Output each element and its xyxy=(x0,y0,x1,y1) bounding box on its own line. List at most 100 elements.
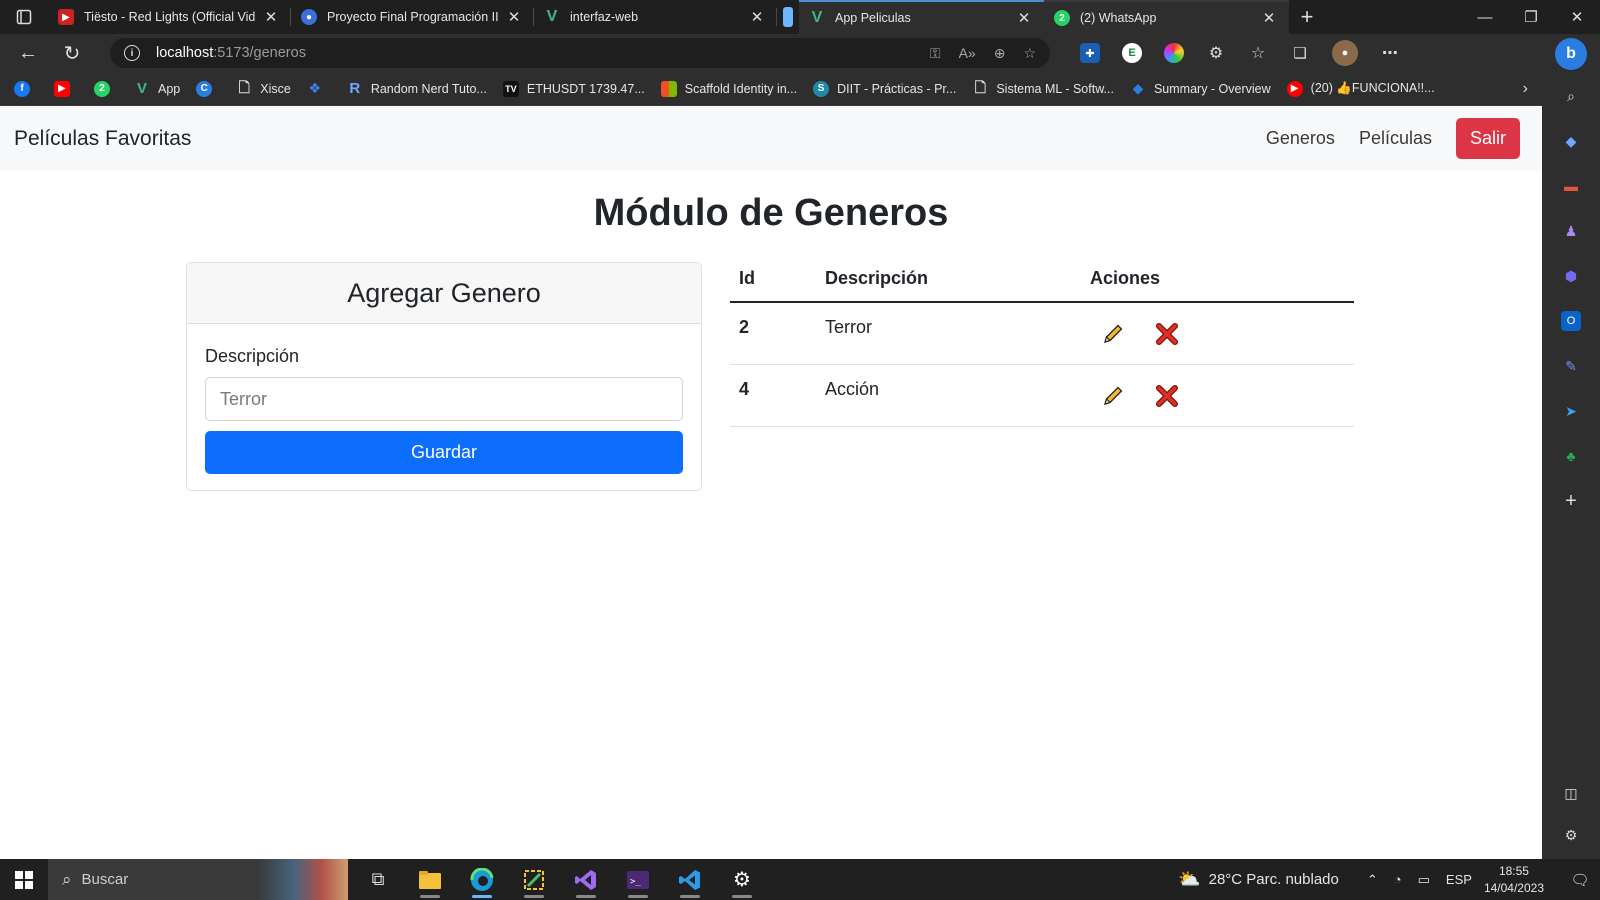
read-aloud-icon[interactable]: A» xyxy=(959,45,976,62)
taskbar-search[interactable]: ⌕ Buscar xyxy=(48,859,348,900)
bookmark-xisce[interactable]: 🗋 Xisce xyxy=(236,79,291,97)
hide-sidebar-icon[interactable]: ◫ xyxy=(1561,783,1581,803)
bookmark-app[interactable]: V App xyxy=(134,80,180,97)
bing-chat-icon[interactable]: b xyxy=(1555,38,1587,70)
tab-interfaz-web[interactable]: V interfaz-web ✕ xyxy=(534,0,777,34)
close-window-button[interactable]: ✕ xyxy=(1554,0,1600,34)
bookmark-random-nerd[interactable]: R Random Nerd Tuto... xyxy=(347,80,486,97)
bookmark-scaffold[interactable]: Scaffold Identity in... xyxy=(660,80,797,97)
add-favorite-icon[interactable]: ☆ xyxy=(1023,45,1036,62)
partly-cloudy-icon: ⛅ xyxy=(1178,869,1201,889)
chevron-up-icon[interactable]: ⌃ xyxy=(1367,872,1378,888)
site-info-icon[interactable]: i xyxy=(124,45,140,61)
tab-title: interfaz-web xyxy=(570,10,639,24)
whatsapp-icon: 2 xyxy=(1054,10,1070,26)
nav-link-generos[interactable]: Generos xyxy=(1266,128,1335,149)
settings-button[interactable]: ⚙ xyxy=(716,859,768,900)
bookmark-summary[interactable]: ◆ Summary - Overview xyxy=(1130,80,1271,97)
tab-whatsapp[interactable]: 2 (2) WhatsApp ✕ xyxy=(1044,0,1289,34)
description-input[interactable] xyxy=(205,377,683,421)
row-descripcion: Acción xyxy=(816,364,1081,427)
bookmark-facebook[interactable]: f xyxy=(14,80,38,97)
file-explorer-button[interactable] xyxy=(404,859,456,900)
extensions-icon[interactable]: ⚙ xyxy=(1206,43,1226,63)
vscode-button[interactable] xyxy=(664,859,716,900)
close-icon[interactable]: ✕ xyxy=(1259,9,1279,27)
youtube-icon: ▶ xyxy=(1286,80,1303,97)
snipping-tool-icon xyxy=(524,869,544,890)
minimize-button[interactable]: — xyxy=(1462,0,1508,34)
vue-icon: V xyxy=(546,8,558,25)
tab-youtube[interactable]: ▶ Tiësto - Red Lights (Official Video ✕ xyxy=(48,0,291,34)
bookmark-ethusdt[interactable]: TV ETHUSDT 1739.47... xyxy=(502,80,645,97)
add-sidebar-app-icon[interactable]: + xyxy=(1561,490,1581,512)
logout-button[interactable]: Salir xyxy=(1455,118,1520,159)
settings-icon[interactable]: ⚙ xyxy=(1561,825,1581,845)
bookmark-diit[interactable]: S DIIT - Prácticas - Pr... xyxy=(813,80,956,97)
close-icon[interactable]: ✕ xyxy=(747,8,767,26)
navbar-brand[interactable]: Películas Favoritas xyxy=(14,127,191,151)
tab-app-peliculas[interactable]: V App Peliculas ✕ xyxy=(799,0,1044,34)
notifications-button[interactable]: 🗨 xyxy=(1560,871,1600,889)
edge-button[interactable] xyxy=(456,859,508,900)
refresh-button[interactable]: ↻ xyxy=(50,34,94,72)
close-icon[interactable]: ✕ xyxy=(1014,9,1034,27)
microsoft365-icon[interactable]: ⬢ xyxy=(1561,266,1581,286)
edit-pencil-icon[interactable] xyxy=(1100,383,1126,409)
key-icon[interactable]: ⚿ xyxy=(930,45,941,62)
language-indicator[interactable]: ESP xyxy=(1446,872,1472,887)
delete-x-icon[interactable] xyxy=(1154,383,1180,409)
designer-icon[interactable]: ✎ xyxy=(1561,356,1581,376)
nav-link-peliculas[interactable]: Películas xyxy=(1359,128,1432,149)
edit-pencil-icon[interactable] xyxy=(1100,321,1126,347)
restore-button[interactable]: ❐ xyxy=(1508,0,1554,34)
outlook-icon[interactable]: O xyxy=(1561,311,1581,331)
snipping-tool-button[interactable] xyxy=(508,859,560,900)
weather-widget[interactable]: ⛅ 28°C Parc. nublado xyxy=(1178,869,1339,890)
close-icon[interactable]: ✕ xyxy=(261,8,281,26)
tab-proyecto[interactable]: ● Proyecto Final Programación II ✕ xyxy=(291,0,534,34)
task-view-button[interactable]: ⧉ xyxy=(352,859,404,900)
row-actions xyxy=(1081,302,1354,365)
tab-group-indicator[interactable] xyxy=(777,0,799,34)
header-acciones: Aciones xyxy=(1081,256,1354,303)
extension-e-icon[interactable]: E xyxy=(1122,43,1142,63)
drop-icon: ❖ xyxy=(308,80,322,96)
new-tab-button[interactable]: + xyxy=(1289,4,1325,30)
bookmark-drop[interactable]: ❖ xyxy=(307,80,331,97)
telegram-icon[interactable]: ➤ xyxy=(1561,401,1581,421)
bookmark-sistema-ml[interactable]: 🗋 Sistema ML - Softw... xyxy=(972,79,1114,97)
more-options-icon[interactable]: ⋯ xyxy=(1380,43,1400,63)
bookmark-c[interactable]: C xyxy=(196,80,220,97)
color-picker-extension-icon[interactable] xyxy=(1164,43,1184,63)
search-icon[interactable]: ⌕ xyxy=(1561,86,1581,106)
games-icon[interactable]: ♟ xyxy=(1561,221,1581,241)
back-button[interactable]: ← xyxy=(6,34,50,72)
extension-blue-icon[interactable]: ✚ xyxy=(1080,43,1100,63)
bookmark-youtube[interactable]: ▶ xyxy=(54,80,78,97)
chevron-right-icon[interactable]: › xyxy=(1523,80,1528,98)
visual-studio-button[interactable] xyxy=(560,859,612,900)
terminal-button[interactable]: >_ xyxy=(612,859,664,900)
tools-icon[interactable]: ▬ xyxy=(1561,176,1581,196)
tab-actions-button[interactable] xyxy=(0,0,48,34)
close-icon[interactable]: ✕ xyxy=(504,8,524,26)
extensions-toolbar: ✚ E ⚙ ☆ ❏ ● ⋯ xyxy=(1080,40,1400,66)
bookmark-whatsapp[interactable]: 2 xyxy=(94,80,118,97)
tree-icon[interactable]: ♣ xyxy=(1561,446,1581,466)
favorites-icon[interactable]: ☆ xyxy=(1248,43,1268,63)
address-bar[interactable]: i localhost:5173/generos ⚿ A» ⊕ ☆ xyxy=(110,38,1050,68)
zoom-icon[interactable]: ⊕ xyxy=(994,45,1006,62)
tab-actions-icon xyxy=(16,9,32,25)
wifi-icon[interactable]: ◔ xyxy=(1394,872,1402,887)
delete-x-icon[interactable] xyxy=(1154,321,1180,347)
clock[interactable]: 18:55 14/04/2023 xyxy=(1484,863,1544,897)
bookmark-funciona[interactable]: ▶ (20) 👍FUNCIONA!!... xyxy=(1286,80,1435,97)
collections-icon[interactable]: ❏ xyxy=(1290,43,1310,63)
save-button[interactable]: Guardar xyxy=(205,431,683,474)
url-path: :5173/generos xyxy=(213,45,306,61)
shopping-tag-icon[interactable]: ◆ xyxy=(1561,131,1581,151)
start-button[interactable] xyxy=(0,859,48,900)
profile-avatar[interactable]: ● xyxy=(1332,40,1358,66)
battery-icon[interactable]: ▭ xyxy=(1418,872,1430,888)
